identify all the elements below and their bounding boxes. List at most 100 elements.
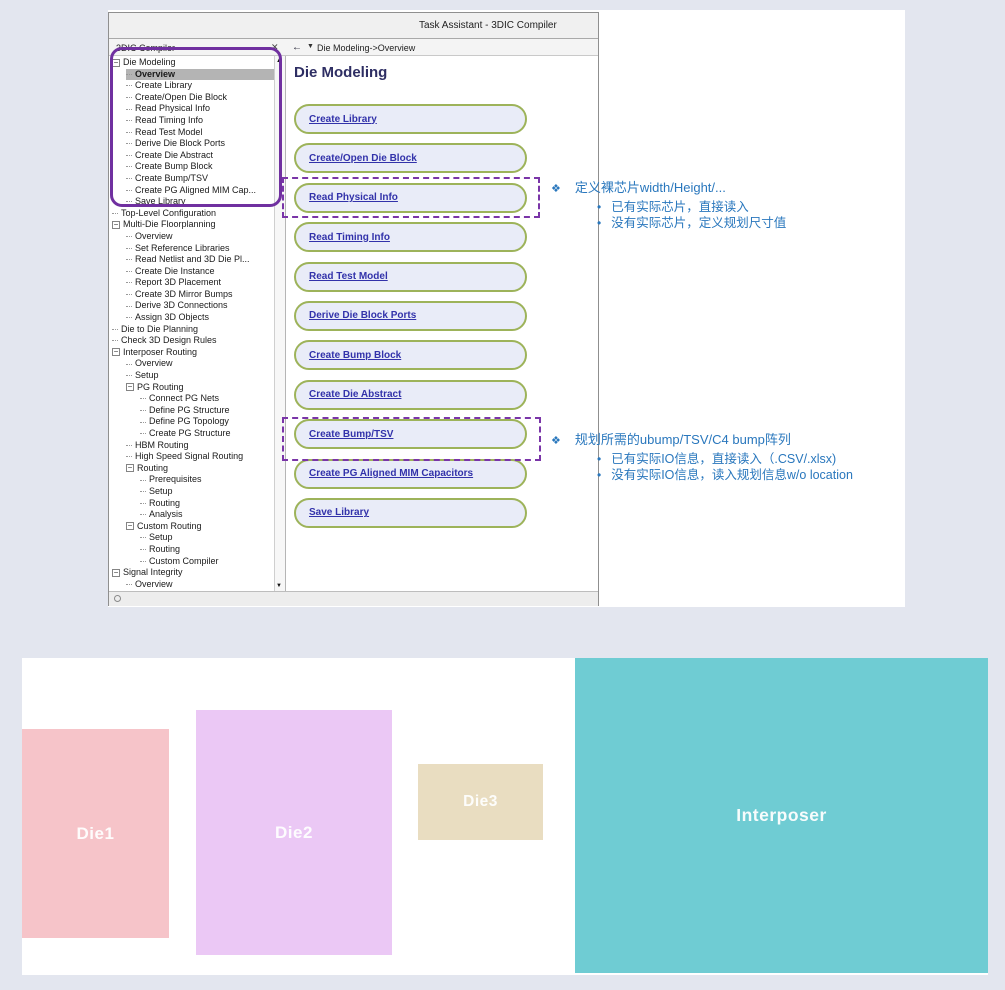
tree-item[interactable]: −Signal Integrity bbox=[112, 567, 274, 579]
task-assistant-window: Task Assistant - 3DIC Compiler 3DIC Comp… bbox=[108, 12, 599, 606]
tree-item-label: Routing bbox=[137, 463, 168, 473]
tree-item[interactable]: Create Bump Block bbox=[126, 161, 274, 173]
tree-item[interactable]: Overview bbox=[126, 69, 274, 81]
tree-item[interactable]: Routing bbox=[140, 544, 274, 556]
tree-item[interactable]: Prerequisites bbox=[140, 474, 274, 486]
tree-item[interactable]: Create Library bbox=[126, 80, 274, 92]
tree-item[interactable]: −Routing bbox=[126, 463, 274, 475]
task-button[interactable]: Create Bump Block bbox=[294, 340, 527, 370]
tree-item[interactable]: Report 3D Placement bbox=[126, 277, 274, 289]
tree-item[interactable]: Overview bbox=[126, 358, 274, 370]
expand-collapse-icon[interactable]: − bbox=[112, 59, 120, 67]
tree-item[interactable]: Check 3D Design Rules bbox=[112, 335, 274, 347]
task-button[interactable]: Create PG Aligned MIM Capacitors bbox=[294, 459, 527, 489]
tree-item[interactable]: Overview bbox=[126, 579, 274, 591]
tree-item[interactable]: Assign 3D Objects bbox=[126, 312, 274, 324]
tree-item[interactable]: HBM Routing bbox=[126, 440, 274, 452]
tree-item[interactable]: Derive 3D Connections bbox=[126, 300, 274, 312]
task-button-label: Create PG Aligned MIM Capacitors bbox=[309, 468, 473, 479]
expand-collapse-icon[interactable]: − bbox=[126, 383, 134, 391]
tree-item[interactable]: Set Reference Libraries bbox=[126, 243, 274, 255]
tree-item[interactable]: Custom Compiler bbox=[140, 556, 274, 568]
slide-top-screenshot: Task Assistant - 3DIC Compiler 3DIC Comp… bbox=[108, 10, 905, 607]
expand-collapse-icon[interactable]: − bbox=[126, 522, 134, 530]
expand-collapse-icon[interactable]: − bbox=[112, 569, 120, 577]
tree-item[interactable]: Setup bbox=[126, 370, 274, 382]
task-button[interactable]: Create Library bbox=[294, 104, 527, 134]
tree-item-label: Connect PG Nets bbox=[149, 393, 219, 403]
task-button[interactable]: Read Physical Info bbox=[294, 183, 527, 213]
task-button-label: Create Bump Block bbox=[309, 350, 401, 361]
tree-connector bbox=[126, 132, 132, 133]
bullet-icon: • bbox=[597, 468, 601, 484]
tree-item[interactable]: −Custom Routing bbox=[126, 521, 274, 533]
tree-item[interactable]: Setup bbox=[140, 486, 274, 498]
expand-collapse-icon[interactable]: − bbox=[112, 221, 120, 229]
task-button[interactable]: Create Bump/TSV bbox=[294, 419, 527, 449]
tree-item[interactable]: Derive Die Block Ports bbox=[126, 138, 274, 150]
tree-item-label: Routing bbox=[149, 544, 180, 554]
tree-connector bbox=[126, 375, 132, 376]
tree-item-label: PG Routing bbox=[137, 382, 184, 392]
tree-item[interactable]: −PG Routing bbox=[126, 382, 274, 394]
diagram-panel: Die1Die2Die3Interposer bbox=[22, 658, 988, 975]
task-button[interactable]: Read Timing Info bbox=[294, 222, 527, 252]
tree-connector bbox=[126, 294, 132, 295]
tree-item-label: Set Reference Libraries bbox=[135, 243, 230, 253]
tree-connector bbox=[140, 514, 146, 515]
task-button[interactable]: Save Library bbox=[294, 498, 527, 528]
tree-item-label: Create PG Structure bbox=[149, 428, 231, 438]
tree-item[interactable]: Define PG Structure bbox=[140, 405, 274, 417]
tree-item[interactable]: −Interposer Routing bbox=[112, 347, 274, 359]
tree-item[interactable]: Create PG Structure bbox=[140, 428, 274, 440]
expand-collapse-icon[interactable]: − bbox=[126, 464, 134, 472]
tree-scrollbar[interactable]: ▲ ▼ bbox=[274, 56, 285, 591]
tree-item[interactable]: Create 3D Mirror Bumps bbox=[126, 289, 274, 301]
tree-item[interactable]: Read Test Model bbox=[126, 127, 274, 139]
tree-item[interactable]: −Die Modeling bbox=[112, 57, 274, 69]
tree-item[interactable]: Top-Level Configuration bbox=[112, 208, 274, 220]
tree-item[interactable]: Create Die Abstract bbox=[126, 150, 274, 162]
tree-item[interactable]: Create Bump/TSV bbox=[126, 173, 274, 185]
tree-item[interactable]: −Multi-Die Floorplanning bbox=[112, 219, 274, 231]
annotation-item-text: 已有实际IO信息，直接读入（.CSV/.xlsx) bbox=[611, 452, 836, 468]
chevron-down-icon[interactable]: ▼ bbox=[307, 43, 314, 50]
task-button[interactable]: Create Die Abstract bbox=[294, 380, 527, 410]
tree-item[interactable]: Read Netlist and 3D Die Pl... bbox=[126, 254, 274, 266]
tree-item-label: Multi-Die Floorplanning bbox=[123, 219, 216, 229]
task-button[interactable]: Derive Die Block Ports bbox=[294, 301, 527, 331]
breadcrumb[interactable]: Die Modeling->Overview bbox=[317, 43, 415, 53]
task-button-label: Create Die Abstract bbox=[309, 389, 401, 400]
tree-item[interactable]: Routing bbox=[140, 498, 274, 510]
detach-panel-icon[interactable]: ✕ bbox=[271, 42, 279, 53]
tree-item[interactable]: High Speed Signal Routing bbox=[126, 451, 274, 463]
tree-item-label: Assign 3D Objects bbox=[135, 312, 209, 322]
tree-item[interactable]: Read Physical Info bbox=[126, 103, 274, 115]
task-button[interactable]: Read Test Model bbox=[294, 262, 527, 292]
task-button[interactable]: Create/Open Die Block bbox=[294, 143, 527, 173]
tree-item-label: Create PG Aligned MIM Cap... bbox=[135, 185, 256, 195]
scroll-down-icon[interactable]: ▼ bbox=[276, 583, 282, 589]
annotation-items: •已有实际芯片，直接读入•没有实际芯片，定义规划尺寸值 bbox=[551, 200, 901, 231]
tree-item[interactable]: Save Library bbox=[126, 196, 274, 208]
tree-item[interactable]: Define PG Topology bbox=[140, 416, 274, 428]
tree-item[interactable]: Setup bbox=[140, 532, 274, 544]
task-button-label: Create Library bbox=[309, 114, 377, 125]
task-button-label: Derive Die Block Ports bbox=[309, 310, 416, 321]
scroll-up-icon[interactable]: ▲ bbox=[276, 58, 282, 64]
tree-item[interactable]: Die to Die Planning bbox=[112, 324, 274, 336]
tree-connector bbox=[140, 503, 146, 504]
expand-collapse-icon[interactable]: − bbox=[112, 348, 120, 356]
back-arrow-icon[interactable]: ← bbox=[292, 42, 302, 53]
tree-connector bbox=[140, 480, 146, 481]
tree-item-label: Read Timing Info bbox=[135, 115, 203, 125]
tree-item-label: Analysis bbox=[149, 509, 183, 519]
tree-item[interactable]: Connect PG Nets bbox=[140, 393, 274, 405]
tree-item[interactable]: Analysis bbox=[140, 509, 274, 521]
tree-item[interactable]: Read Timing Info bbox=[126, 115, 274, 127]
tree-item[interactable]: Create/Open Die Block bbox=[126, 92, 274, 104]
tree-item[interactable]: Create Die Instance bbox=[126, 266, 274, 278]
tree-item[interactable]: Create PG Aligned MIM Cap... bbox=[126, 185, 274, 197]
tree-item[interactable]: Overview bbox=[126, 231, 274, 243]
tree-item-label: Overview bbox=[135, 69, 175, 79]
